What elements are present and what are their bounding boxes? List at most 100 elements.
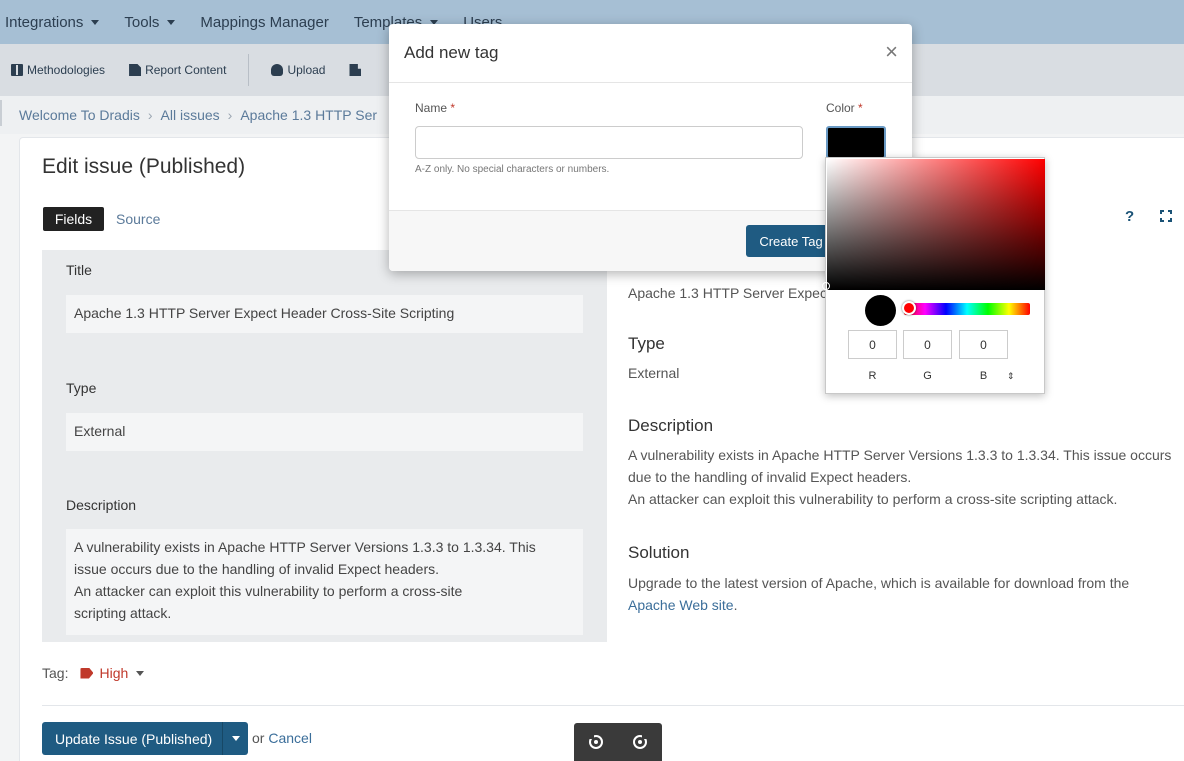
saturation-handle[interactable]	[822, 282, 830, 290]
fullscreen-corner	[1160, 210, 1164, 214]
description-line: issue occurs due to the handling of inva…	[74, 561, 440, 577]
title-label: Title	[66, 262, 92, 278]
type-label: Type	[66, 380, 97, 396]
label-text: Color	[826, 101, 855, 115]
saturation-value-area[interactable]	[827, 159, 1045, 290]
or-text: or	[252, 730, 265, 746]
export-button[interactable]	[349, 64, 365, 76]
color-label: Color *	[826, 101, 863, 115]
description-line: A vulnerability exists in Apache HTTP Se…	[74, 539, 536, 555]
or-cancel: or Cancel	[252, 730, 312, 746]
book-icon	[11, 64, 23, 76]
description-label: Description	[66, 497, 137, 513]
color-picker: 0 0 0 R G B ⇕	[822, 157, 1045, 394]
toolbar-label: Report Content	[145, 63, 227, 77]
chevron-right-icon: ›	[147, 107, 153, 123]
caret-down-icon	[231, 736, 240, 741]
hue-handle[interactable]	[902, 301, 916, 315]
title-field[interactable]: Apache 1.3 HTTP Server Expect Header Cro…	[66, 295, 583, 333]
nav-mappings-manager[interactable]: Mappings Manager	[200, 14, 328, 31]
fullscreen-icon[interactable]	[1160, 210, 1172, 222]
divider	[42, 705, 1184, 706]
apache-web-site-link[interactable]: Apache Web site	[628, 597, 734, 613]
export-icon	[349, 64, 362, 76]
nav-label: Integrations	[5, 13, 84, 31]
tag-label: Tag:	[42, 665, 69, 681]
toolbar-divider	[248, 54, 250, 86]
undo-dot	[594, 740, 598, 744]
color-preview	[865, 295, 896, 326]
preview-solution: Upgrade to the latest version of Apache,…	[628, 572, 1129, 616]
methodologies-button[interactable]: Methodologies	[11, 63, 105, 77]
fullscreen-corner	[1168, 210, 1172, 214]
preview-line: due to the handling of invalid Expect he…	[628, 469, 912, 485]
green-input[interactable]: 0	[903, 330, 952, 359]
label-text: Name	[415, 101, 448, 115]
preview-type-text: External	[628, 365, 680, 381]
nav-label: Tools	[124, 13, 160, 31]
required-mark: *	[858, 101, 863, 115]
tag-name-input[interactable]	[415, 126, 803, 159]
description-line: An attacker can exploit this vulnerabili…	[74, 583, 463, 599]
green-label: G	[923, 370, 932, 382]
tag-value[interactable]: High	[99, 665, 128, 681]
redo-dot	[638, 740, 642, 744]
fullscreen-corner	[1160, 218, 1164, 222]
report-content-button[interactable]: Report Content	[129, 63, 226, 77]
breadcrumb-home[interactable]: Welcome To Dradis	[19, 107, 140, 123]
blue-input[interactable]: 0	[959, 330, 1008, 359]
red-label: R	[868, 370, 877, 382]
preview-solution-heading: Solution	[628, 543, 690, 562]
hue-slider[interactable]	[904, 303, 1030, 315]
modal-header: Add new tag ×	[389, 24, 912, 83]
required-mark: *	[450, 101, 456, 115]
update-split-toggle[interactable]	[222, 722, 248, 755]
name-label: Name *	[415, 101, 455, 115]
description-field[interactable]: A vulnerability exists in Apache HTTP Se…	[66, 529, 583, 635]
cancel-link[interactable]: Cancel	[268, 730, 312, 746]
punctuation: .	[733, 597, 738, 613]
nav-integrations[interactable]: Integrations	[5, 13, 100, 31]
help-button[interactable]: ?	[1125, 208, 1134, 225]
type-field[interactable]: External	[66, 413, 583, 451]
preview-type-heading: Type	[628, 334, 665, 353]
undo-redo-bar	[574, 723, 662, 761]
update-issue-button[interactable]: Update Issue (Published)	[42, 722, 248, 755]
tab-fields[interactable]: Fields	[43, 207, 104, 231]
close-icon[interactable]: ×	[885, 41, 898, 63]
nav-label: Mappings Manager	[200, 13, 329, 31]
cloud-upload-icon	[271, 64, 284, 76]
preview-description-heading: Description	[628, 416, 714, 435]
preview-title: Apache 1.3 HTTP Server Expec	[628, 285, 827, 301]
breadcrumb-issues[interactable]: All issues	[161, 107, 220, 123]
toolbar-label: Upload	[287, 63, 326, 77]
caret-down-icon[interactable]	[136, 670, 145, 676]
redo-icon[interactable]	[633, 734, 647, 749]
tag-icon	[80, 667, 94, 679]
nav-tools[interactable]: Tools	[124, 13, 176, 31]
preview-line: Apache Web site.	[628, 594, 1129, 616]
preview-line: A vulnerability exists in Apache HTTP Se…	[628, 447, 1172, 463]
update-issue-label: Update Issue (Published)	[55, 730, 213, 747]
upload-button[interactable]: Upload	[271, 63, 325, 77]
tab-source[interactable]: Source	[116, 211, 160, 227]
caret-down-icon	[167, 19, 176, 25]
toolbar-label: Methodologies	[27, 63, 106, 77]
name-help-text: A-Z only. No special characters or numbe…	[415, 164, 610, 175]
color-swatch-input[interactable]	[826, 126, 886, 159]
red-input[interactable]: 0	[848, 330, 897, 359]
tag-row: Tag: High	[42, 665, 145, 681]
description-line: scripting attack.	[74, 605, 172, 621]
color-mode-toggle[interactable]: ⇕	[1007, 371, 1015, 382]
undo-icon[interactable]	[589, 734, 603, 749]
preview-line: An attacker can exploit this vulnerabili…	[628, 491, 1118, 507]
page-title: Edit issue (Published)	[42, 155, 246, 178]
caret-down-icon	[91, 19, 100, 25]
breadcrumb-current: Apache 1.3 HTTP Ser	[240, 107, 378, 123]
preview-line: Upgrade to the latest version of Apache,…	[628, 575, 1130, 591]
fullscreen-corner	[1168, 218, 1172, 222]
create-tag-button[interactable]: Create Tag	[746, 225, 836, 257]
modal-title: Add new tag	[404, 43, 499, 62]
sidebar-edge	[0, 100, 2, 126]
preview-description: A vulnerability exists in Apache HTTP Se…	[628, 444, 1171, 510]
